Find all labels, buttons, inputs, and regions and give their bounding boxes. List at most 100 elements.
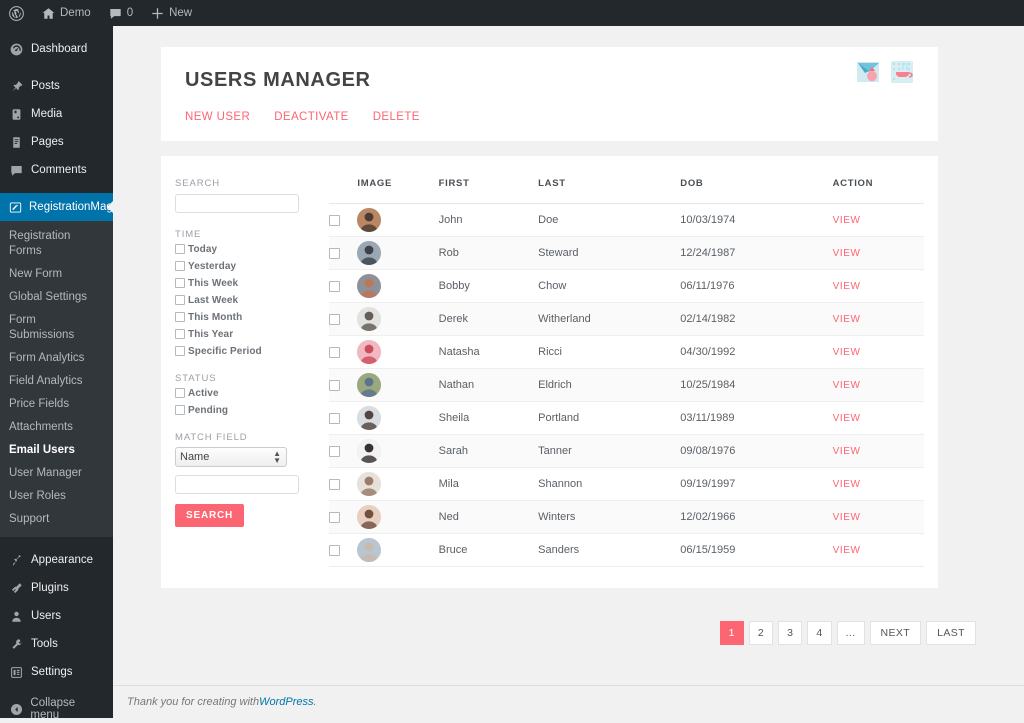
table-row: Nathan Eldrich 10/25/1984 VIEW [329,368,924,402]
checkbox-this-year[interactable] [175,329,185,339]
view-user-link[interactable]: VIEW [833,215,861,226]
new-content-menu[interactable]: New [142,0,201,26]
view-user-link[interactable]: VIEW [833,413,861,424]
submenu-item-global-settings[interactable]: Global Settings [0,286,113,309]
view-user-link[interactable]: VIEW [833,446,861,457]
checkbox-active[interactable] [175,388,185,398]
row-checkbox[interactable] [329,214,340,226]
wordpress-logo-button[interactable] [0,0,33,26]
delete-button[interactable]: DELETE [373,111,420,123]
view-user-link[interactable]: VIEW [833,380,861,391]
row-checkbox[interactable] [329,478,340,490]
view-user-link[interactable]: VIEW [833,314,861,325]
search-input[interactable] [175,193,299,213]
checkbox-yesterday[interactable] [175,261,185,271]
export-users-icon[interactable] [856,59,882,85]
site-name-menu[interactable]: Demo [33,0,100,26]
row-last-name: Ricci [538,335,681,369]
submenu-item-email-users[interactable]: Email Users [0,439,113,462]
page-next-button[interactable]: NEXT [869,621,922,645]
page-button-2[interactable]: 2 [748,621,774,645]
collapse-menu-label: Collapse menu [30,697,76,721]
row-checkbox[interactable] [329,379,340,391]
time-option-yesterday[interactable]: Yesterday [175,261,321,272]
submenu-item-registration-forms[interactable]: Registration Forms [0,225,113,263]
comments-menu[interactable]: 0 [100,0,142,26]
view-user-link[interactable]: VIEW [833,545,861,556]
page-button-1[interactable]: 1 [719,621,744,645]
row-action-cell: VIEW [832,203,924,237]
row-first-name: Bruce [438,533,539,567]
sidebar-item-users[interactable]: Users [0,602,113,630]
wp-admin-bar: Demo 0 New [0,0,1024,26]
row-checkbox[interactable] [329,445,340,457]
column-select-all [329,156,358,204]
wordpress-link[interactable]: WordPress [259,696,313,708]
checkbox-today[interactable] [175,244,185,254]
view-user-link[interactable]: VIEW [833,347,861,358]
sidebar-item-comments[interactable]: Comments [0,156,113,184]
row-checkbox[interactable] [329,313,340,325]
sidebar-item-settings[interactable]: Settings [0,658,113,686]
row-checkbox[interactable] [329,247,340,259]
checkbox-last-week[interactable] [175,295,185,305]
submenu-item-form-analytics[interactable]: Form Analytics [0,347,113,370]
search-submit-button[interactable]: SEARCH [175,504,245,527]
time-option-specific-period[interactable]: Specific Period [175,346,321,357]
status-option-pending[interactable]: Pending [175,405,321,416]
page-button-4[interactable]: 4 [807,621,832,645]
view-user-link[interactable]: VIEW [833,248,861,259]
deactivate-button[interactable]: DEACTIVATE [274,111,349,123]
row-first-name: John [438,203,539,237]
row-checkbox[interactable] [329,511,340,523]
collapse-menu-button[interactable]: Collapse menu [0,695,113,723]
comment-icon [9,164,24,177]
row-image-cell [357,302,439,336]
sidebar-item-registrationmagic[interactable]: RegistrationMagic [0,193,121,221]
view-user-link[interactable]: VIEW [833,479,861,490]
sidebar-item-tools[interactable]: Tools [0,630,113,658]
row-checkbox[interactable] [329,346,340,358]
sidebar-label: Tools [31,638,58,650]
time-option-this-month[interactable]: This Month [175,312,321,323]
page-button-3[interactable]: 3 [778,621,803,645]
submenu-item-attachments[interactable]: Attachments [0,416,113,439]
match-field-select[interactable]: Name [175,446,287,467]
sidebar-item-plugins[interactable]: Plugins [0,574,113,602]
row-select-cell [329,401,358,435]
view-user-link[interactable]: VIEW [833,281,861,292]
row-image-cell [357,203,439,237]
sidebar-label: Users [31,610,62,622]
time-option-this-year[interactable]: This Year [175,329,321,340]
submenu-item-user-roles[interactable]: User Roles [0,485,113,508]
time-option-today[interactable]: Today [175,244,321,255]
submenu-item-support[interactable]: Support [0,508,113,531]
row-checkbox[interactable] [329,412,340,424]
row-checkbox[interactable] [329,280,340,292]
page-last-button[interactable]: LAST [926,621,976,645]
row-last-name: Eldrich [538,368,681,402]
submenu-item-price-fields[interactable]: Price Fields [0,393,113,416]
sidebar-item-posts[interactable]: Posts [0,72,113,100]
sidebar-item-appearance[interactable]: Appearance [0,546,113,574]
time-option-this-week[interactable]: This Week [175,278,321,289]
sidebar-item-pages[interactable]: Pages [0,128,113,156]
sidebar-item-media[interactable]: Media [0,100,113,128]
match-value-input[interactable] [175,475,299,494]
checkbox-specific-period[interactable] [175,346,185,356]
status-option-active[interactable]: Active [175,388,321,399]
checkbox-this-week[interactable] [175,278,185,288]
collapse-arrow-icon [9,703,23,716]
submenu-item-new-form[interactable]: New Form [0,263,113,286]
checkbox-pending[interactable] [175,405,185,415]
submenu-item-form-submissions[interactable]: Form Submissions [0,309,113,347]
import-users-icon[interactable] [890,59,916,85]
submenu-item-user-manager[interactable]: User Manager [0,462,113,485]
view-user-link[interactable]: VIEW [833,512,861,523]
submenu-item-field-analytics[interactable]: Field Analytics [0,370,113,393]
row-checkbox[interactable] [329,544,340,556]
new-user-button[interactable]: NEW USER [185,111,250,123]
time-option-last-week[interactable]: Last Week [175,295,321,306]
sidebar-item-dashboard[interactable]: Dashboard [0,35,113,63]
checkbox-this-month[interactable] [175,312,185,322]
